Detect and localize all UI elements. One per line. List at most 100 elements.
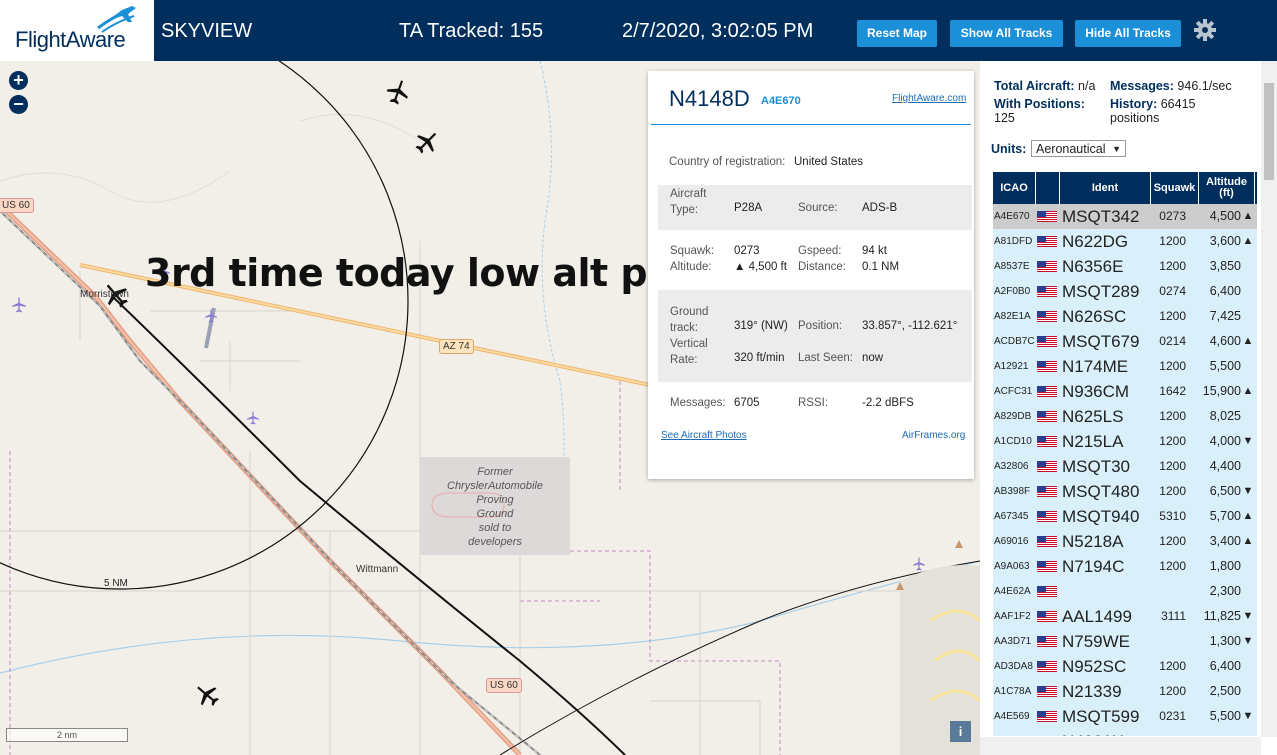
col-altitude[interactable]: Altitude (ft) (1199, 172, 1255, 204)
table-row[interactable]: A69016 N5218A 1200 3,400 ▲ (993, 529, 1257, 554)
table-row[interactable]: A12921 N174ME 1200 5,500 (993, 354, 1257, 379)
row-ident: N622DG (1062, 232, 1129, 251)
table-row[interactable]: AA3D71 N759WE 1,300 ▼ (993, 629, 1257, 654)
peak-icon (955, 540, 963, 548)
horizontal-scrollbar[interactable] (980, 737, 1261, 755)
row-altitude: 15,900 (1202, 384, 1241, 398)
last-seen-value: now (862, 352, 884, 364)
gspeed-value: 94 kt (862, 245, 887, 257)
row-trend-icon: ▲ (1242, 210, 1254, 222)
messages-label: Messages: (1110, 79, 1174, 93)
table-row[interactable]: A81DFD N622DG 1200 3,600 ▲ (993, 229, 1257, 254)
zoom-in-button[interactable]: + (9, 71, 28, 90)
squawk-row: Squawk: 0273 Gspeed: 94 kt Altitude: ▲ 4… (658, 245, 972, 279)
flightaware-logo[interactable]: FlightAware (0, 0, 154, 61)
table-row[interactable]: A32806 MSQT30 1200 4,400 (993, 454, 1257, 479)
row-trend-icon (1241, 304, 1255, 329)
us-flag-icon (1037, 361, 1057, 372)
table-row[interactable]: A9CB5C N4281X 9,475 (993, 729, 1257, 736)
popup-divider (651, 124, 971, 125)
us-flag-icon (1037, 461, 1057, 472)
vertical-scrollbar[interactable] (1261, 61, 1277, 737)
row-altitude: 6,500 (1209, 484, 1241, 498)
squawk-value: 0273 (734, 245, 760, 257)
table-row[interactable]: A9A063 N7194C 1200 1,800 (993, 554, 1257, 579)
us-flag-icon (1037, 536, 1057, 547)
row-ident: N626SC (1062, 307, 1127, 326)
rssi-value: -2.2 dBFS (862, 397, 914, 409)
last-seen-label: Last Seen: (798, 352, 853, 364)
table-row[interactable]: AB398F MSQT480 1200 6,500 ▼ (993, 479, 1257, 504)
show-all-tracks-button[interactable]: Show All Tracks (950, 20, 1063, 47)
row-ident: N215LA (1062, 432, 1124, 451)
row-ident: N5218A (1062, 532, 1124, 551)
table-row[interactable]: ACFC31 N936CM 1642 15,900 ▲ (993, 379, 1257, 404)
flightaware-link[interactable]: FlightAware.com (892, 93, 966, 104)
row-squawk: 0231 (1159, 709, 1186, 723)
info-icon[interactable]: i (950, 721, 971, 742)
row-icao: A4E670 (994, 211, 1030, 222)
table-row[interactable]: A2F0B0 MSQT289 0274 6,400 (993, 279, 1257, 304)
row-altitude: 9,475 (1193, 729, 1241, 736)
hide-all-tracks-button[interactable]: Hide All Tracks (1075, 20, 1181, 47)
us-flag-icon (1037, 586, 1057, 597)
aircraft-photos-link[interactable]: See Aircraft Photos (661, 430, 747, 441)
row-icao: AB398F (994, 486, 1031, 497)
sidebar-panel: Total Aircraft: n/a Messages: 946.1/sec … (980, 61, 1277, 755)
table-row[interactable]: A4E569 MSQT599 0231 5,500 ▼ (993, 704, 1257, 729)
table-row[interactable]: A82E1A N626SC 1200 7,425 (993, 304, 1257, 329)
table-row[interactable]: A1CD10 N215LA 1200 4,000 ▼ (993, 429, 1257, 454)
units-select[interactable]: Aeronautical ▼ (1031, 140, 1126, 157)
table-row[interactable]: A829DB N625LS 1200 8,025 (993, 404, 1257, 429)
col-flag[interactable] (1036, 172, 1060, 204)
row-icao: A32806 (994, 461, 1029, 472)
scrollbar-thumb[interactable] (1264, 83, 1274, 180)
row-altitude: 8,025 (1209, 409, 1241, 423)
proving-line-5: sold to (478, 522, 512, 534)
squawk-label: Squawk: (670, 245, 715, 257)
row-icao: A2F0B0 (994, 286, 1031, 297)
us-flag-icon (1037, 386, 1057, 397)
us-flag-icon (1037, 711, 1057, 722)
row-icao: A4E569 (994, 711, 1030, 722)
row-ident: N952SC (1062, 657, 1127, 676)
zoom-out-button[interactable]: − (9, 95, 28, 114)
peak-icon (896, 582, 904, 590)
reset-map-button[interactable]: Reset Map (857, 20, 937, 47)
row-trend-icon (1241, 279, 1255, 304)
table-row[interactable]: A4E62A 2,300 (993, 579, 1257, 604)
country-label: Country of registration: (669, 156, 786, 168)
road-shield-us60: US 60 (0, 198, 34, 213)
row-trend-icon (1241, 554, 1255, 579)
col-icao[interactable]: ICAO (993, 172, 1036, 204)
proving-line-6: developers (468, 536, 522, 548)
table-row[interactable]: A8537E N6356E 1200 3,850 (993, 254, 1257, 279)
country-value: United States (794, 156, 864, 168)
aircraft-marker-icon[interactable] (385, 79, 411, 105)
col-squawk[interactable]: Squawk (1151, 172, 1199, 204)
table-row[interactable]: ACDB7C MSQT679 0214 4,600 ▲ (993, 329, 1257, 354)
aircraft-marker-icon[interactable] (194, 682, 220, 708)
row-squawk: 1200 (1159, 684, 1186, 698)
with-positions-value: 125 (994, 111, 1015, 125)
airframes-link[interactable]: AirFrames.org (902, 430, 965, 441)
row-altitude: 7,425 (1209, 309, 1241, 323)
table-row[interactable]: AD3DA8 N952SC 1200 6,400 (993, 654, 1257, 679)
source-label: Source: (798, 202, 838, 214)
row-ident: AAL1499 (1062, 607, 1132, 626)
airport-icon (247, 411, 259, 425)
row-trend-icon (1241, 579, 1255, 604)
us-flag-icon (1037, 311, 1057, 322)
us-flag-icon (1037, 486, 1057, 497)
col-ident[interactable]: Ident (1060, 172, 1151, 204)
row-icao: A8537E (994, 261, 1030, 272)
table-row[interactable]: A4E670 MSQT342 0273 4,500 ▲ (993, 204, 1257, 229)
aircraft-marker-icon[interactable] (414, 129, 440, 155)
us-flag-icon (1037, 336, 1057, 347)
table-row[interactable]: A1C78A N21339 1200 2,500 (993, 679, 1257, 704)
row-altitude: 6,400 (1209, 284, 1241, 298)
row-trend-icon: ▲ (1242, 385, 1254, 397)
gear-icon[interactable] (1193, 18, 1217, 42)
table-row[interactable]: A67345 MSQT940 5310 5,700 ▲ (993, 504, 1257, 529)
table-row[interactable]: AAF1F2 AAL1499 3111 11,825 ▼ (993, 604, 1257, 629)
